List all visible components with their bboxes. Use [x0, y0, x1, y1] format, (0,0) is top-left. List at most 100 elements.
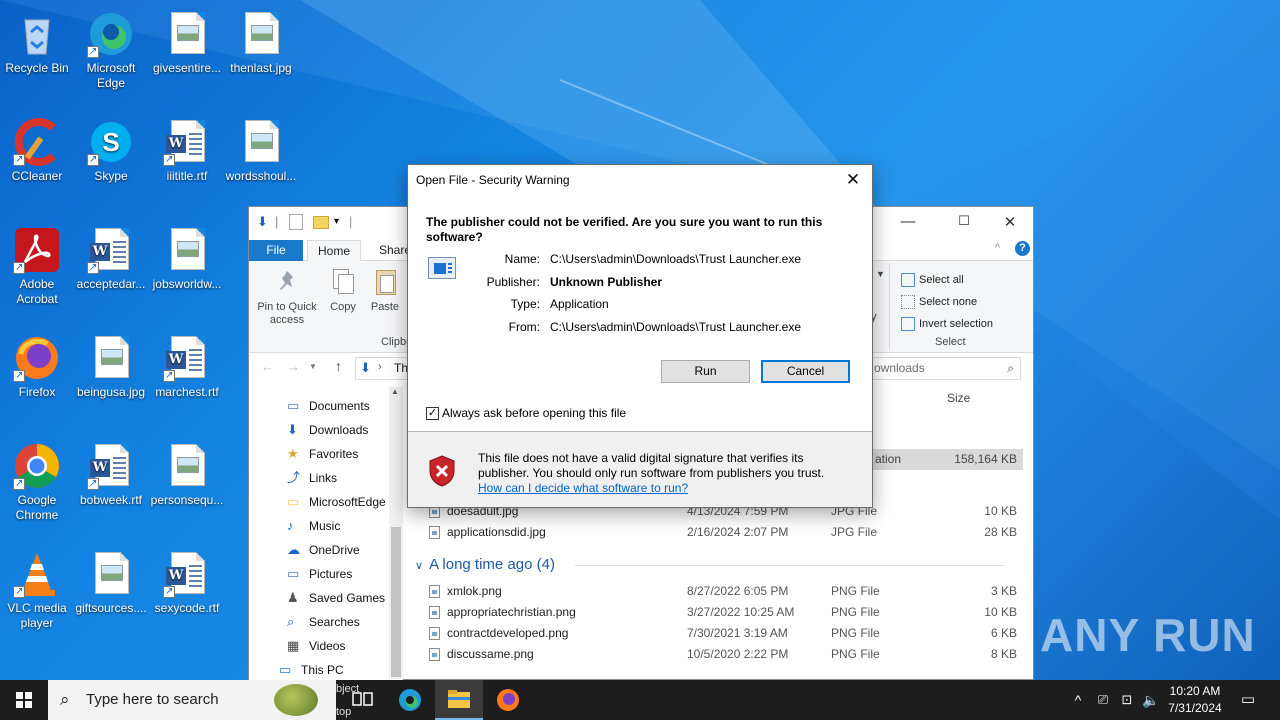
- selected-file-row[interactable]: ation 158,164 KB: [873, 449, 1023, 470]
- taskbar-file-explorer[interactable]: [435, 680, 483, 720]
- nav-item-label: Links: [309, 471, 338, 485]
- run-button[interactable]: Run: [661, 360, 750, 383]
- cancel-button[interactable]: Cancel: [761, 360, 850, 383]
- navigation-scrollbar[interactable]: ▲: [389, 387, 403, 679]
- taskbar-firefox[interactable]: [484, 680, 532, 720]
- nav-item[interactable]: ⤴ Links: [287, 467, 337, 489]
- forward-icon[interactable]: →: [287, 359, 300, 374]
- desktop-icon-label: wordsshoul...: [225, 169, 297, 183]
- desktop-icon[interactable]: giftsources....: [74, 550, 148, 616]
- nav-item[interactable]: ★ Favorites: [287, 443, 358, 465]
- search-icon: ⌕: [1007, 361, 1014, 375]
- maximize-icon[interactable]: ☐: [949, 213, 979, 229]
- help-icon[interactable]: ?: [1015, 241, 1030, 256]
- desktop-icon[interactable]: CCleaner: [0, 118, 74, 184]
- task-view-icon: [352, 692, 373, 706]
- copy-label: Copy: [330, 301, 356, 313]
- desktop-icon-label: Recycle Bin: [5, 61, 69, 75]
- dialog-field: Type: Application: [474, 296, 864, 312]
- nav-item[interactable]: ⬇ Downloads: [287, 419, 368, 441]
- properties-icon[interactable]: [289, 214, 303, 230]
- desktop-icon[interactable]: wordsshoul...: [224, 118, 298, 184]
- nav-item[interactable]: ▭ This PC: [279, 659, 344, 681]
- nav-item[interactable]: ♟ Saved Games: [287, 587, 385, 609]
- nav-item[interactable]: ▭ MicrosoftEdge: [287, 491, 386, 513]
- nav-item[interactable]: ▭ Pictures: [287, 563, 352, 585]
- desktop-icon[interactable]: Google Chrome: [0, 442, 74, 523]
- word-document-icon: W: [87, 226, 135, 275]
- copy-button[interactable]: Copy: [325, 267, 361, 314]
- field-key: Publisher:: [486, 275, 540, 289]
- nav-item[interactable]: ⌕ Searches: [287, 611, 360, 633]
- down-arrow-icon[interactable]: ⬇: [257, 214, 268, 230]
- nav-item[interactable]: ▦ Videos: [287, 635, 345, 657]
- desktop-icon[interactable]: thenlast.jpg: [224, 10, 298, 76]
- file-row[interactable]: appropriatechristian.png 3/27/2022 10:25 …: [427, 602, 1023, 623]
- show-hidden-icons[interactable]: ^: [1068, 680, 1088, 720]
- desktop-icon[interactable]: Microsoft Edge: [74, 10, 148, 91]
- desktop-icon[interactable]: VLC media player: [0, 550, 74, 631]
- desktop-icon[interactable]: Wacceptedar...: [74, 226, 148, 292]
- start-button[interactable]: [0, 680, 48, 720]
- desktop-icon[interactable]: S Skype: [74, 118, 148, 184]
- network-icon[interactable]: ⊡: [1117, 680, 1137, 720]
- desktop-icon[interactable]: Firefox: [0, 334, 74, 400]
- select-all-button[interactable]: Select all: [899, 271, 964, 289]
- select-none-label: Select none: [919, 296, 978, 308]
- scroll-thumb[interactable]: [391, 527, 401, 677]
- nav-item[interactable]: ♪ Music: [287, 515, 340, 537]
- close-icon[interactable]: ✕: [995, 213, 1025, 231]
- file-row[interactable]: discussame.png 10/5/2020 2:22 PM PNG File 8…: [427, 644, 1023, 665]
- image-file-icon: [163, 226, 211, 274]
- desktop-icon[interactable]: givesentire...: [150, 10, 224, 76]
- group-header[interactable]: ∨ A long time ago (4): [415, 553, 1015, 577]
- desktop-icon[interactable]: Recycle Bin: [0, 10, 74, 76]
- file-row[interactable]: xmlok.png 8/27/2022 6:05 PM PNG File 3 KB: [427, 581, 1023, 602]
- desktop-icon-label: givesentire...: [152, 61, 222, 75]
- tab-file[interactable]: File: [249, 240, 303, 261]
- file-row[interactable]: contractdeveloped.png 7/30/2021 3:19 AM PN…: [427, 623, 1023, 644]
- dialog-close-icon[interactable]: ✕: [840, 165, 866, 195]
- pin-to-quick-access-button[interactable]: Pin to Quick access: [255, 267, 319, 327]
- select-none-button[interactable]: Select none: [899, 293, 977, 311]
- desktop-icon[interactable]: Adobe Acrobat: [0, 226, 74, 307]
- file-row[interactable]: applicationsdid.jpg 2/16/2024 2:07 PM JPG …: [427, 522, 1023, 543]
- scroll-up-icon[interactable]: ▲: [391, 387, 399, 396]
- notifications-icon[interactable]: ▭: [1236, 680, 1260, 720]
- desktop-icon[interactable]: Wsexycode.rtf: [150, 550, 224, 616]
- quick-access-dropdown-icon[interactable]: ▾: [334, 216, 339, 227]
- taskbar-search-box[interactable]: ⌕ Type here to search: [48, 680, 336, 720]
- desktop-icon[interactable]: Wiiititle.rtf: [150, 118, 224, 184]
- desktop-icon[interactable]: personsequ...: [150, 442, 224, 508]
- address-bar[interactable]: ⬇ › Th: [355, 357, 409, 380]
- recent-locations-icon[interactable]: ▼: [309, 362, 317, 371]
- tab-home[interactable]: Home: [307, 240, 362, 261]
- paste-button[interactable]: Paste: [367, 267, 403, 314]
- dropdown-arrow-icon[interactable]: ▼: [876, 269, 885, 279]
- search-input[interactable]: ownloads ⌕: [869, 357, 1021, 380]
- desktop-icon-label: jobsworldw...: [152, 277, 222, 291]
- taskbar-edge[interactable]: [386, 680, 434, 720]
- volume-icon[interactable]: 🔈: [1141, 680, 1161, 720]
- invert-selection-button[interactable]: Invert selection: [899, 315, 993, 333]
- back-icon[interactable]: ←: [261, 359, 274, 374]
- desktop-icon-label: Firefox: [18, 385, 56, 399]
- nav-item[interactable]: ☁ OneDrive: [287, 539, 360, 561]
- meet-now-icon[interactable]: ⎚: [1094, 680, 1112, 720]
- clock[interactable]: 10:20 AM 7/31/2024: [1160, 683, 1230, 717]
- up-icon[interactable]: ↑: [335, 358, 342, 374]
- desktop-icon[interactable]: Wbobweek.rtf: [74, 442, 148, 508]
- nav-item[interactable]: ▭ Documents: [287, 395, 370, 417]
- desktop-icon[interactable]: beingusa.jpg: [74, 334, 148, 400]
- minimize-icon[interactable]: —: [893, 213, 923, 230]
- column-header-size[interactable]: Size: [947, 391, 970, 405]
- always-ask-checkbox[interactable]: ✓ Always ask before opening this file: [426, 406, 626, 422]
- firefox-icon: [13, 334, 61, 383]
- desktop-icon-label: VLC media player: [7, 601, 67, 630]
- new-folder-icon[interactable]: [313, 216, 329, 229]
- desktop-icon[interactable]: jobsworldw...: [150, 226, 224, 292]
- task-view-button[interactable]: [338, 680, 386, 720]
- collapse-ribbon-icon[interactable]: ^: [995, 242, 1000, 254]
- help-link[interactable]: How can I decide what software to run?: [478, 481, 688, 495]
- desktop-icon[interactable]: Wmarchest.rtf: [150, 334, 224, 400]
